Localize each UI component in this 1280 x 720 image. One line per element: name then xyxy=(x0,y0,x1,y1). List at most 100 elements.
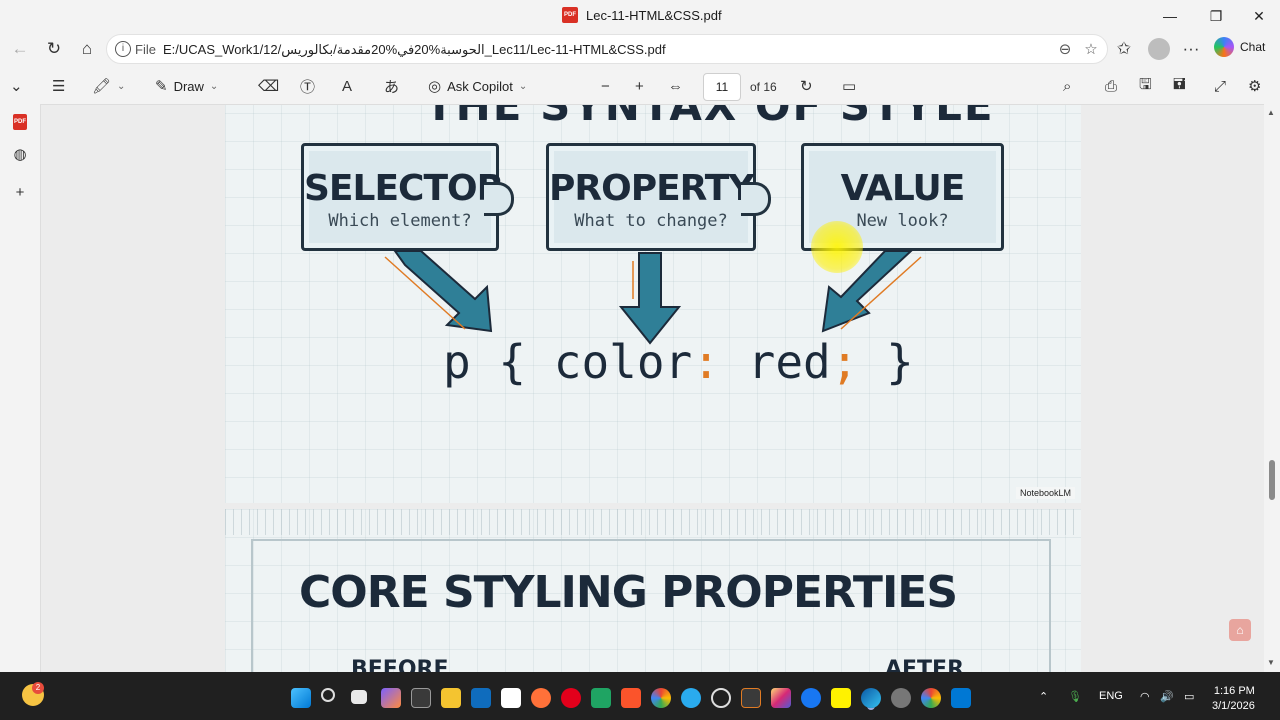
slide-core-styling: CORE STYLING PROPERTIES BEFORE AFTER xyxy=(225,509,1081,672)
chrome-profile-icon[interactable] xyxy=(921,688,941,708)
zoom-out-icon[interactable]: − xyxy=(601,74,610,98)
vscode-icon[interactable] xyxy=(951,688,971,708)
chevron-down-icon: ⌄ xyxy=(518,80,528,92)
sublime-icon[interactable] xyxy=(741,688,761,708)
tray-chevron-icon[interactable]: ⌃ xyxy=(1039,690,1048,703)
sheets-icon[interactable] xyxy=(591,688,611,708)
pdf-file-icon: PDF xyxy=(562,7,578,23)
read-aloud-icon[interactable]: A xyxy=(342,74,352,98)
print-icon[interactable]: ⎙ xyxy=(1105,74,1117,98)
scroll-up-icon[interactable]: ▲ xyxy=(1267,108,1275,117)
microphone-icon[interactable]: 🎙 xyxy=(1068,690,1082,703)
close-button[interactable]: ✕ xyxy=(1236,0,1280,32)
ruler-strip xyxy=(225,509,1081,535)
page-number-input[interactable]: 11 xyxy=(703,73,741,101)
ask-copilot-button[interactable]: ◎ Ask Copilot ⌄ xyxy=(428,74,527,98)
translate-icon[interactable]: あ xyxy=(384,74,399,98)
facebook-icon[interactable] xyxy=(801,688,821,708)
back-arrow-icon[interactable]: ← xyxy=(6,35,34,63)
expand-icon[interactable]: ⤢ xyxy=(1214,74,1226,98)
home-icon[interactable]: ⌂ xyxy=(73,35,101,63)
chevron-down-icon: ⌄ xyxy=(117,80,126,92)
scroll-down-icon[interactable]: ▼ xyxy=(1267,658,1275,667)
telegram-icon[interactable] xyxy=(681,688,701,708)
address-row: ← ↻ ⌂ i File E:/UCAS_Work1/12/الحوسبة%20… xyxy=(0,32,1280,66)
copilot-outline-icon: ◎ xyxy=(428,78,442,95)
save-as-icon[interactable]: 🖬 xyxy=(1173,74,1186,98)
notebooklm-watermark: NotebookLM xyxy=(1015,487,1075,499)
search-taskbar-icon[interactable] xyxy=(321,688,335,702)
scheme-label: File xyxy=(135,42,156,57)
more-menu-icon[interactable]: ··· xyxy=(1177,35,1205,63)
code-semicolon: ; xyxy=(830,335,859,389)
settings-taskbar-icon[interactable] xyxy=(891,688,911,708)
floating-pdf-icon[interactable]: ⌂ xyxy=(1229,619,1251,641)
language-indicator[interactable]: ENG xyxy=(1099,690,1123,702)
clock-time: 1:16 PM xyxy=(1213,685,1255,697)
pdf-tab-icon[interactable]: PDF xyxy=(13,114,27,130)
side-rail: PDF ◍ + xyxy=(0,104,40,672)
zoom-in-icon[interactable]: + xyxy=(635,74,644,98)
contents-icon[interactable]: ☰ xyxy=(52,74,65,98)
highlight-tool[interactable]: 🖍 ⌄ xyxy=(92,74,125,98)
text-box-icon[interactable]: Ⓣ xyxy=(300,74,315,98)
file-explorer-icon[interactable] xyxy=(441,688,461,708)
url-text[interactable]: E:/UCAS_Work1/12/الحوسبة%20في%20مقدمة/بك… xyxy=(163,42,666,58)
battery-icon[interactable]: ▭ xyxy=(1184,690,1194,703)
slide-syntax-of-style: THE SYNTAX OF STYLE SELECTOR Which eleme… xyxy=(225,105,1081,503)
store-icon[interactable] xyxy=(501,688,521,708)
chatgpt-icon[interactable] xyxy=(711,688,731,708)
instagram-icon[interactable] xyxy=(771,688,791,708)
chrome-icon[interactable] xyxy=(651,688,671,708)
scrollbar-thumb[interactable] xyxy=(1269,460,1275,500)
volume-icon[interactable]: 🔊 xyxy=(1160,690,1174,703)
sticky-notes-icon[interactable] xyxy=(831,688,851,708)
profile-avatar[interactable] xyxy=(1148,38,1170,60)
draw-tool[interactable]: ✎ Draw ⌄ xyxy=(155,74,218,98)
pdf-toolbar: ⌄ ☰ 🖍 ⌄ ✎ Draw ⌄ ⌫ Ⓣ A あ ◎ Ask Copilot ⌄ − + … xyxy=(0,68,1280,104)
settings-gear-icon[interactable]: ⚙ xyxy=(1248,74,1261,98)
favorite-star-icon[interactable]: ☆ xyxy=(1081,40,1101,60)
pointer-arrows xyxy=(384,250,922,345)
code-part: p { color xyxy=(443,335,693,389)
chevron-down-icon: ⌄ xyxy=(209,80,219,92)
refresh-icon[interactable]: ↻ xyxy=(40,35,68,63)
info-icon[interactable]: i xyxy=(115,41,131,57)
sidebar-toggle-icon[interactable]: ⌄ xyxy=(10,74,23,98)
chat-label: Chat xyxy=(1240,40,1266,54)
terminal-icon[interactable] xyxy=(411,688,431,708)
css-code-example: p { color: red; } xyxy=(443,335,914,389)
copilot-icon xyxy=(1214,37,1234,57)
clock[interactable]: 1:16 PM 3/1/2026 xyxy=(1212,684,1255,714)
address-bar[interactable]: i File E:/UCAS_Work1/12/الحوسبة%20في%20م… xyxy=(106,34,1108,64)
start-windows-icon[interactable] xyxy=(291,688,311,708)
minimize-button[interactable]: — xyxy=(1147,0,1193,32)
task-view-icon[interactable] xyxy=(351,690,367,704)
zoom-icon[interactable]: ⊖ xyxy=(1055,40,1075,60)
firefox-icon[interactable] xyxy=(531,688,551,708)
code-part: } xyxy=(858,335,914,389)
opera-icon[interactable] xyxy=(561,688,581,708)
eraser-icon[interactable]: ⌫ xyxy=(258,74,279,98)
edge-icon[interactable] xyxy=(861,688,881,708)
save-icon[interactable]: 🖫 xyxy=(1139,74,1152,98)
ask-copilot-label: Ask Copilot xyxy=(447,78,513,94)
highlighter-icon: 🖍 xyxy=(92,78,112,95)
globe-icon[interactable]: ◍ xyxy=(10,144,30,164)
copilot-chat-button[interactable]: Chat xyxy=(1214,37,1265,57)
copilot-taskbar-icon[interactable] xyxy=(381,688,401,708)
wifi-icon[interactable]: ◠ xyxy=(1140,690,1150,703)
rotate-icon[interactable]: ↻ xyxy=(800,74,813,98)
weather-badge: 2 xyxy=(32,682,44,694)
add-icon[interactable]: + xyxy=(10,182,30,202)
restore-button[interactable]: ❐ xyxy=(1193,0,1239,32)
cursor-highlight xyxy=(811,221,863,273)
pdf-viewer[interactable]: THE SYNTAX OF STYLE SELECTOR Which eleme… xyxy=(40,104,1264,672)
page-view-icon[interactable]: ▭ xyxy=(842,74,856,98)
vertical-scrollbar[interactable]: ▲ ▼ xyxy=(1264,104,1280,672)
search-icon[interactable]: ⌕ xyxy=(1063,74,1071,98)
outlook-icon[interactable] xyxy=(471,688,491,708)
favorites-icon[interactable]: ✩ xyxy=(1110,35,1138,63)
brave-icon[interactable] xyxy=(621,688,641,708)
fit-width-icon[interactable]: ⇔ xyxy=(668,74,683,98)
